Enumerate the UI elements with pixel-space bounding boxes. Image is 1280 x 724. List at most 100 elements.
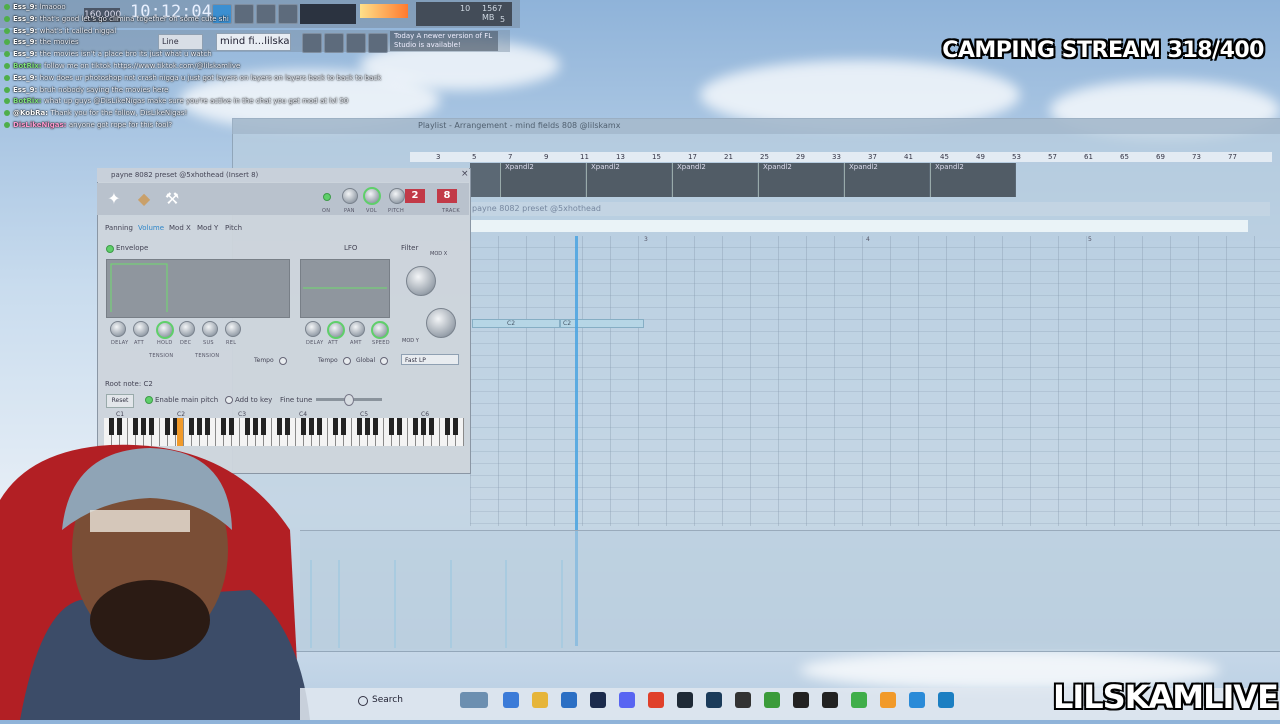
photoshop-icon[interactable] xyxy=(590,692,606,708)
lfo-tempo-toggle[interactable] xyxy=(343,357,351,365)
wrench-icon[interactable]: ⚒ xyxy=(162,189,182,209)
black-key[interactable] xyxy=(333,418,338,435)
track-number[interactable]: 8 xyxy=(437,189,457,203)
close-icon[interactable]: × xyxy=(461,170,470,179)
lfo-amt-knob[interactable] xyxy=(349,321,365,337)
mod-y-knob[interactable] xyxy=(426,308,456,338)
project-name-field[interactable]: mind fi...lilskamx xyxy=(216,33,291,51)
env-rel-knob[interactable] xyxy=(225,321,241,337)
app-icon[interactable] xyxy=(938,692,954,708)
black-key[interactable] xyxy=(373,418,378,435)
app-icon[interactable] xyxy=(909,692,925,708)
playlist-clip[interactable]: Xpandl2 xyxy=(758,163,843,197)
black-key[interactable] xyxy=(141,418,146,435)
black-key[interactable] xyxy=(197,418,202,435)
black-key[interactable] xyxy=(165,418,170,435)
black-key[interactable] xyxy=(261,418,266,435)
chat-username[interactable]: BotRix: xyxy=(13,62,44,70)
chat-username[interactable]: Ess_9: xyxy=(13,15,40,23)
black-key[interactable] xyxy=(285,418,290,435)
filter-type-select[interactable]: Fast LP xyxy=(401,354,459,365)
black-key[interactable] xyxy=(301,418,306,435)
lfo-delay-knob[interactable] xyxy=(305,321,321,337)
store-icon[interactable] xyxy=(561,692,577,708)
tab-volume[interactable]: Volume xyxy=(138,224,164,232)
4k-icon[interactable] xyxy=(793,692,809,708)
velocity-bar[interactable] xyxy=(450,560,452,648)
gear-icon[interactable] xyxy=(368,33,388,53)
tab-mod-y[interactable]: Mod Y xyxy=(197,224,218,232)
add-to-key-checkbox[interactable] xyxy=(225,396,233,404)
taskbar-search[interactable]: Search xyxy=(354,690,468,710)
lfo-graph[interactable] xyxy=(300,259,390,318)
chat-username[interactable]: Ess_9: xyxy=(13,50,40,58)
env-hold-knob[interactable] xyxy=(156,321,174,339)
black-key[interactable] xyxy=(397,418,402,435)
velocity-bar[interactable] xyxy=(394,560,396,648)
env-att-knob[interactable] xyxy=(133,321,149,337)
chat-username[interactable]: Ess_9: xyxy=(13,86,40,94)
black-key[interactable] xyxy=(429,418,434,435)
black-key[interactable] xyxy=(453,418,458,435)
global-toggle[interactable] xyxy=(380,357,388,365)
app-icon[interactable] xyxy=(735,692,751,708)
shift-button[interactable] xyxy=(302,33,322,53)
capcut-icon[interactable] xyxy=(822,692,838,708)
pitch-value[interactable]: 2 xyxy=(405,189,425,203)
pitch-knob[interactable] xyxy=(389,188,405,204)
black-key[interactable] xyxy=(245,418,250,435)
pan-knob[interactable] xyxy=(342,188,358,204)
lfo-speed-knob[interactable] xyxy=(371,321,389,339)
weather-icon[interactable] xyxy=(460,692,488,708)
env-sus-knob[interactable] xyxy=(202,321,218,337)
tab-pitch[interactable]: Pitch xyxy=(225,224,242,232)
velocity-lane[interactable] xyxy=(300,530,1280,649)
brave-icon[interactable] xyxy=(648,692,664,708)
black-key[interactable] xyxy=(109,418,114,435)
folder-icon[interactable] xyxy=(532,692,548,708)
snap-select[interactable]: Line xyxy=(158,34,203,50)
enable-main-pitch-checkbox[interactable] xyxy=(145,396,153,404)
note-block[interactable]: C2 xyxy=(560,319,644,328)
black-key[interactable] xyxy=(221,418,226,435)
playlist-clip[interactable]: Xpandl2 xyxy=(586,163,671,197)
black-key[interactable] xyxy=(357,418,362,435)
black-key[interactable] xyxy=(421,418,426,435)
ctrl-button[interactable] xyxy=(324,33,344,53)
play-button[interactable] xyxy=(234,4,254,24)
envelope-graph[interactable] xyxy=(106,259,290,318)
stop-button[interactable] xyxy=(256,4,276,24)
piano-roll-timeline[interactable] xyxy=(470,220,1248,232)
black-key[interactable] xyxy=(341,418,346,435)
env-tempo-toggle[interactable] xyxy=(279,357,287,365)
plugin-icon[interactable]: ✦ xyxy=(104,189,124,209)
playlist-clip[interactable]: Xpandl2 xyxy=(930,163,1015,197)
tab-panning[interactable]: Panning xyxy=(105,224,133,232)
envelope-tab-icon[interactable]: ◆ xyxy=(134,189,154,209)
chat-username[interactable]: Ess_9: xyxy=(13,27,40,35)
tab-mod-x[interactable]: Mod X xyxy=(169,224,191,232)
note-block[interactable]: C2 xyxy=(472,319,560,328)
steam-icon[interactable] xyxy=(706,692,722,708)
black-key[interactable] xyxy=(365,418,370,435)
playlist-clip[interactable]: Xpandl2 xyxy=(672,163,757,197)
chat-username[interactable]: @KobRa: xyxy=(13,109,50,117)
black-key[interactable] xyxy=(205,418,210,435)
volume-knob[interactable] xyxy=(363,187,381,205)
black-key[interactable] xyxy=(317,418,322,435)
chat-username[interactable]: Ess_9: xyxy=(13,74,40,82)
playlist-clip[interactable]: Xpandl2 xyxy=(500,163,585,197)
fine-tune-slider-handle[interactable] xyxy=(344,394,354,406)
discord-icon[interactable] xyxy=(619,692,635,708)
black-key[interactable] xyxy=(133,418,138,435)
chat-username[interactable]: BotRix: xyxy=(13,97,44,105)
black-key[interactable] xyxy=(309,418,314,435)
app-icon[interactable] xyxy=(764,692,780,708)
black-key[interactable] xyxy=(389,418,394,435)
envelope-toggle[interactable] xyxy=(106,245,114,253)
black-key[interactable] xyxy=(149,418,154,435)
playlist-clip[interactable]: Xpandl2 xyxy=(844,163,929,197)
chat-username[interactable]: Ess_9: xyxy=(13,38,40,46)
black-key[interactable] xyxy=(253,418,258,435)
record-button[interactable] xyxy=(278,4,298,24)
